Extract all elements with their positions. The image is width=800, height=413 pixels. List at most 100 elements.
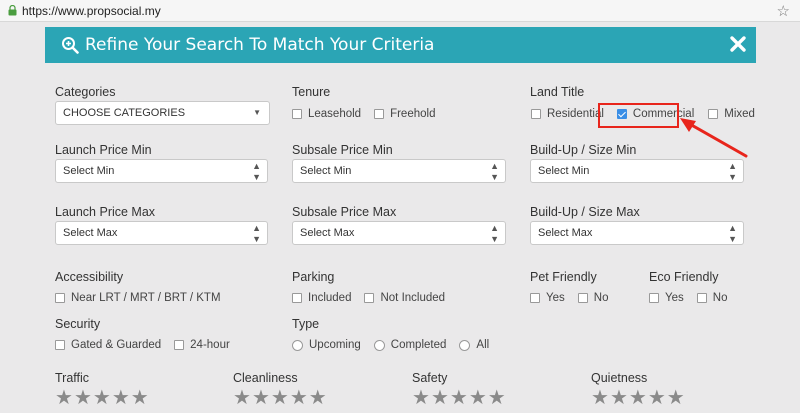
launch-price-min-select[interactable]: Select Min ▲ ▼ [55,159,268,183]
eco-friendly-options: Yes No [649,292,727,304]
buildup-min-label: Build-Up / Size Min [530,143,637,157]
updown-arrow-icon: ▲ ▼ [252,223,261,244]
close-icon[interactable] [729,34,747,54]
updown-arrow-icon: ▲ ▼ [252,161,261,182]
leasehold-label: Leasehold [308,108,362,120]
near-transit-checkbox[interactable] [55,293,65,303]
land-title-label: Land Title [530,85,585,99]
type-options: Upcoming Completed All [292,339,489,351]
star-icon[interactable]: ★ [591,388,609,408]
safety-stars[interactable]: ★ ★ ★ ★ ★ [412,388,507,408]
pet-no-label: No [593,292,609,304]
star-icon[interactable]: ★ [131,388,149,408]
security-options: Gated & Guarded 24-hour [55,339,230,351]
safety-label: Safety [412,371,448,385]
star-icon[interactable]: ★ [233,388,251,408]
gated-guarded-label: Gated & Guarded [71,339,162,351]
parking-included-label: Included [308,292,352,304]
traffic-label: Traffic [55,371,90,385]
quietness-stars[interactable]: ★ ★ ★ ★ ★ [591,388,686,408]
parking-not-included-checkbox[interactable] [364,293,375,303]
star-icon[interactable]: ★ [93,388,111,408]
categories-value: CHOOSE CATEGORIES [63,107,186,119]
eco-no-label: No [712,292,728,304]
bookmark-star-icon[interactable]: ☆ [777,2,790,20]
24-hour-label: 24-hour [190,339,230,351]
quietness-label: Quietness [591,371,648,385]
eco-no-checkbox[interactable] [696,293,707,303]
24-hour-checkbox[interactable] [174,340,185,350]
categories-label: Categories [55,85,116,99]
star-icon[interactable]: ★ [431,388,449,408]
residential-checkbox[interactable] [531,109,541,119]
star-icon[interactable]: ★ [488,388,506,408]
parking-label: Parking [292,270,335,284]
subsale-price-min-value: Select Min [300,165,352,177]
buildup-min-select[interactable]: Select Min ▲ ▼ [530,159,744,183]
subsale-price-max-value: Select Max [300,227,355,239]
star-icon[interactable]: ★ [271,388,289,408]
eco-friendly-label: Eco Friendly [649,270,719,284]
star-icon[interactable]: ★ [629,388,647,408]
cleanliness-stars[interactable]: ★ ★ ★ ★ ★ [233,388,328,408]
eco-yes-checkbox[interactable] [649,293,659,303]
buildup-min-value: Select Min [538,165,590,177]
parking-options: Included Not Included [292,292,445,304]
security-label: Security [55,317,101,331]
freehold-label: Freehold [390,108,436,120]
star-icon[interactable]: ★ [667,388,685,408]
accessibility-label: Accessibility [55,270,124,284]
accessibility-options: Near LRT / MRT / BRT / KTM [55,292,221,304]
parking-included-checkbox[interactable] [292,293,302,303]
upcoming-radio[interactable] [292,339,303,351]
subsale-price-min-select[interactable]: Select Min ▲ ▼ [292,159,506,183]
launch-price-max-value: Select Max [63,227,118,239]
star-icon[interactable]: ★ [252,388,270,408]
launch-price-max-select[interactable]: Select Max ▲ ▼ [55,221,268,245]
all-label: All [476,339,490,351]
residential-label: Residential [547,108,604,120]
all-radio[interactable] [459,339,471,351]
pet-yes-label: Yes [546,292,565,304]
near-transit-label: Near LRT / MRT / BRT / KTM [71,292,221,304]
cleanliness-label: Cleanliness [233,371,298,385]
star-icon[interactable]: ★ [412,388,430,408]
launch-price-max-label: Launch Price Max [55,205,156,219]
completed-label: Completed [390,339,447,351]
updown-arrow-icon: ▲ ▼ [490,223,499,244]
freehold-checkbox[interactable] [374,109,385,119]
subsale-price-min-label: Subsale Price Min [292,143,393,157]
launch-price-min-value: Select Min [63,165,115,177]
star-icon[interactable]: ★ [309,388,327,408]
lock-icon [8,5,17,16]
header-title: Refine Your Search To Match Your Criteri… [85,35,435,55]
subsale-price-max-label: Subsale Price Max [292,205,397,219]
star-icon[interactable]: ★ [469,388,487,408]
star-icon[interactable]: ★ [610,388,628,408]
star-icon[interactable]: ★ [648,388,666,408]
completed-radio[interactable] [373,339,385,351]
star-icon[interactable]: ★ [450,388,468,408]
subsale-price-max-select[interactable]: Select Max ▲ ▼ [292,221,506,245]
pet-yes-checkbox[interactable] [530,293,540,303]
eco-yes-label: Yes [665,292,684,304]
parking-not-included-label: Not Included [380,292,446,304]
zoom-in-icon [62,37,79,54]
updown-arrow-icon: ▲ ▼ [728,161,737,182]
refine-search-header: Refine Your Search To Match Your Criteri… [45,27,756,63]
pointer-arrow-icon [680,118,748,158]
gated-guarded-checkbox[interactable] [55,340,65,350]
url-text[interactable]: https://www.propsocial.my [22,4,161,18]
categories-select[interactable]: CHOOSE CATEGORIES ▼ [55,101,270,125]
upcoming-label: Upcoming [309,339,361,351]
star-icon[interactable]: ★ [290,388,308,408]
leasehold-checkbox[interactable] [292,109,302,119]
pet-friendly-label: Pet Friendly [530,270,597,284]
star-icon[interactable]: ★ [55,388,73,408]
star-icon[interactable]: ★ [74,388,92,408]
traffic-stars[interactable]: ★ ★ ★ ★ ★ [55,388,150,408]
browser-url-bar[interactable]: https://www.propsocial.my ☆ [0,0,800,22]
buildup-max-select[interactable]: Select Max ▲ ▼ [530,221,744,245]
pet-no-checkbox[interactable] [577,293,588,303]
star-icon[interactable]: ★ [112,388,130,408]
